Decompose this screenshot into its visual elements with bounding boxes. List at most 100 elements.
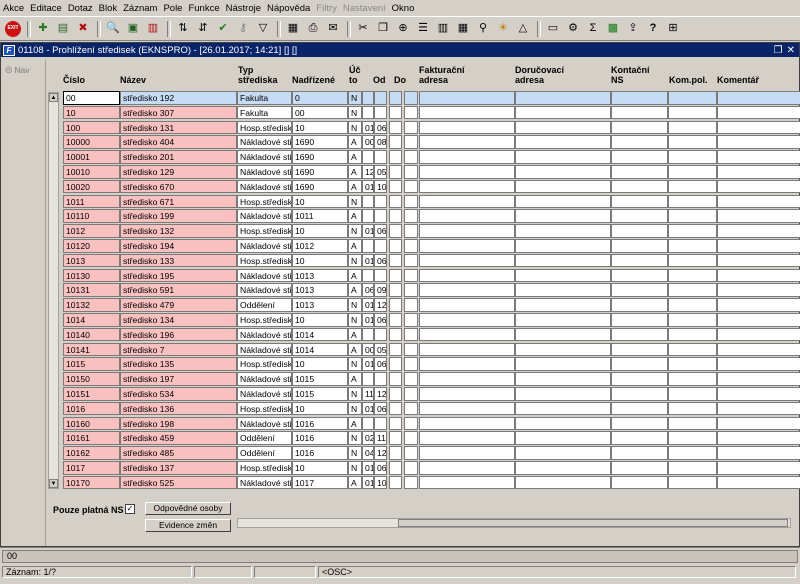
key-icon[interactable]: ⚷: [234, 20, 252, 38]
cell-kom-pol[interactable]: [668, 239, 717, 253]
cell-fakturacni-adresa[interactable]: [419, 194, 515, 209]
cell-komentar[interactable]: [717, 461, 800, 475]
cell-empty-a[interactable]: [389, 475, 402, 490]
cell-cislo[interactable]: 10132: [63, 298, 120, 312]
cell-nazev[interactable]: středisko 135: [120, 357, 237, 371]
cell-komentar[interactable]: [717, 120, 800, 135]
cell-od[interactable]: 01: [362, 120, 374, 135]
cell-ucto[interactable]: N: [348, 224, 362, 238]
cell-kontacni-ns[interactable]: [611, 401, 668, 416]
cell-dorucovaci-adresa[interactable]: [515, 105, 611, 120]
cell-kom-pol[interactable]: [668, 253, 717, 268]
cell-ucto[interactable]: N: [348, 401, 362, 416]
cell-fakturacni-adresa[interactable]: [419, 209, 515, 223]
cell-nazev[interactable]: středisko 195: [120, 268, 237, 283]
cell-empty-a[interactable]: [389, 313, 402, 327]
cell-empty-b[interactable]: [404, 283, 418, 297]
cell-kontacni-ns[interactable]: [611, 194, 668, 209]
cell-kontacni-ns[interactable]: [611, 120, 668, 135]
cell-fakturacni-adresa[interactable]: [419, 401, 515, 416]
cell-fakturacni-adresa[interactable]: [419, 387, 515, 401]
cell-nadrizene[interactable]: 10: [292, 120, 348, 135]
link-icon[interactable]: ⚲: [474, 20, 492, 38]
cell-empty-b[interactable]: [404, 431, 418, 445]
cell-cislo[interactable]: 10160: [63, 416, 120, 431]
cell-od[interactable]: [362, 91, 374, 105]
cell-do[interactable]: 12: [374, 446, 387, 460]
cell-typ[interactable]: Hosp.středisk: [237, 120, 292, 135]
cell-ucto[interactable]: N: [348, 387, 362, 401]
cell-do[interactable]: [374, 416, 387, 431]
cell-do[interactable]: 09: [374, 283, 387, 297]
cell-typ[interactable]: Oddělení: [237, 446, 292, 460]
execute-query-icon[interactable]: ▣: [124, 20, 142, 38]
cell-nadrizene[interactable]: 1016: [292, 431, 348, 445]
cell-typ[interactable]: Nákladové stř: [237, 135, 292, 149]
cell-od[interactable]: 01: [362, 224, 374, 238]
cell-nadrizene[interactable]: 10: [292, 313, 348, 327]
cell-kom-pol[interactable]: [668, 298, 717, 312]
cell-typ[interactable]: Nákladové stř: [237, 268, 292, 283]
cell-ucto[interactable]: N: [348, 446, 362, 460]
cell-dorucovaci-adresa[interactable]: [515, 475, 611, 490]
cell-empty-b[interactable]: [404, 387, 418, 401]
cell-empty-a[interactable]: [389, 105, 402, 120]
cell-cislo[interactable]: 10: [63, 105, 120, 120]
cell-typ[interactable]: Fakulta: [237, 105, 292, 120]
cell-do[interactable]: 06: [374, 313, 387, 327]
filter-icon[interactable]: ▽: [254, 20, 272, 38]
cell-dorucovaci-adresa[interactable]: [515, 120, 611, 135]
cell-nazev[interactable]: středisko 485: [120, 446, 237, 460]
cell-fakturacni-adresa[interactable]: [419, 372, 515, 386]
cell-od[interactable]: 01: [362, 357, 374, 371]
cell-empty-b[interactable]: [404, 91, 418, 105]
cell-typ[interactable]: Hosp.středisk: [237, 224, 292, 238]
cell-do[interactable]: 05: [374, 165, 387, 179]
cell-kom-pol[interactable]: [668, 179, 717, 194]
cell-empty-b[interactable]: [404, 446, 418, 460]
cell-do[interactable]: [374, 268, 387, 283]
menu-item-záznam[interactable]: Záznam: [120, 3, 160, 14]
cell-dorucovaci-adresa[interactable]: [515, 372, 611, 386]
cell-typ[interactable]: Hosp.středisk: [237, 194, 292, 209]
cell-dorucovaci-adresa[interactable]: [515, 150, 611, 164]
cell-komentar[interactable]: [717, 105, 800, 120]
cell-cislo[interactable]: 10151: [63, 387, 120, 401]
cell-ucto[interactable]: A: [348, 342, 362, 357]
cell-od[interactable]: 02: [362, 431, 374, 445]
cell-dorucovaci-adresa[interactable]: [515, 401, 611, 416]
cell-ucto[interactable]: N: [348, 298, 362, 312]
cell-do[interactable]: [374, 327, 387, 342]
cell-empty-a[interactable]: [389, 431, 402, 445]
cell-empty-b[interactable]: [404, 209, 418, 223]
cell-do[interactable]: [374, 91, 387, 105]
excel-icon[interactable]: ▩: [604, 20, 622, 38]
cell-empty-b[interactable]: [404, 105, 418, 120]
cell-komentar[interactable]: [717, 342, 800, 357]
cell-nadrizene[interactable]: 1013: [292, 268, 348, 283]
cell-dorucovaci-adresa[interactable]: [515, 461, 611, 475]
cell-empty-b[interactable]: [404, 475, 418, 490]
cell-dorucovaci-adresa[interactable]: [515, 387, 611, 401]
sort-desc-icon[interactable]: ⇵: [194, 20, 212, 38]
zoom-icon[interactable]: ⊕: [394, 20, 412, 38]
cell-empty-b[interactable]: [404, 179, 418, 194]
cell-cislo[interactable]: 10020: [63, 179, 120, 194]
cell-empty-b[interactable]: [404, 253, 418, 268]
cell-fakturacni-adresa[interactable]: [419, 298, 515, 312]
mail-icon[interactable]: ✉: [324, 20, 342, 38]
cell-fakturacni-adresa[interactable]: [419, 313, 515, 327]
cell-typ[interactable]: Nákladové stř: [237, 150, 292, 164]
cell-komentar[interactable]: [717, 91, 800, 105]
menu-item-funkce[interactable]: Funkce: [185, 3, 222, 14]
cell-empty-b[interactable]: [404, 357, 418, 371]
cell-cislo[interactable]: 10140: [63, 327, 120, 342]
cell-empty-a[interactable]: [389, 150, 402, 164]
cell-cislo[interactable]: 10010: [63, 165, 120, 179]
cell-dorucovaci-adresa[interactable]: [515, 446, 611, 460]
cell-kontacni-ns[interactable]: [611, 461, 668, 475]
menu-item-nastavení[interactable]: Nastavení: [340, 3, 389, 14]
cell-kontacni-ns[interactable]: [611, 150, 668, 164]
cell-fakturacni-adresa[interactable]: [419, 135, 515, 149]
cell-kom-pol[interactable]: [668, 268, 717, 283]
